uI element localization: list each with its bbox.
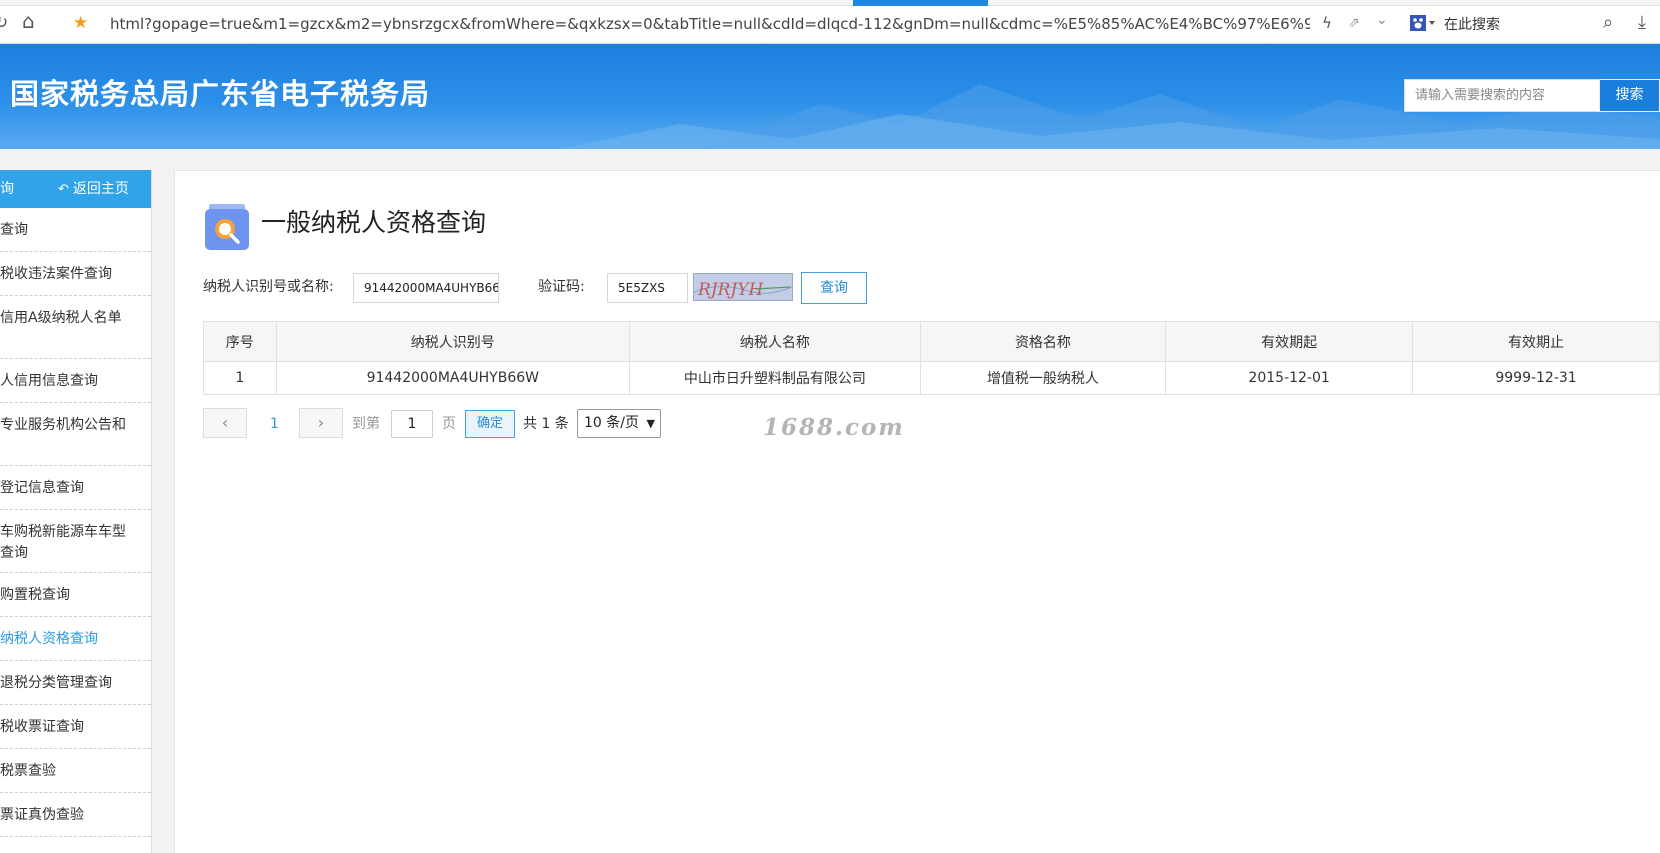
lightning-icon[interactable]: ϟ — [1322, 14, 1332, 32]
sidebar-item-label: 查询 — [0, 222, 28, 238]
sidebar-item-label: 车购税新能源车车型 — [0, 524, 126, 540]
prev-page-button[interactable]: ‹ — [203, 408, 247, 438]
total-count: 共 1 条 — [523, 416, 569, 432]
header-search-button[interactable]: 搜索 — [1599, 79, 1660, 112]
taxpayer-id-input[interactable]: 91442000MA4UHYB66W — [353, 273, 499, 303]
refresh-icon[interactable]: ↻ — [0, 14, 8, 32]
sidebar-item-tax-receipt-query[interactable]: 税收票证查询 — [0, 705, 151, 749]
cell-taxpayer-id: 91442000MA4UHYB66W — [275, 361, 630, 395]
sidebar-item-label-line2: 查询 — [0, 545, 28, 561]
sidebar-item-label: 专业服务机构公告和 — [0, 417, 126, 433]
taxpayer-id-label: 纳税人识别号或名称: — [203, 279, 334, 295]
column-header-qualification: 资格名称 — [919, 321, 1167, 362]
sidebar-item-label: 登记信息查询 — [0, 480, 84, 496]
sidebar-item-registration-info[interactable]: 登记信息查询 — [0, 466, 151, 510]
goto-page-input[interactable]: 1 — [391, 410, 433, 438]
share-icon[interactable]: ⇗ — [1348, 14, 1360, 32]
download-icon[interactable]: ⤓ — [1638, 14, 1646, 32]
cell-valid-from: 2015-12-01 — [1165, 361, 1414, 395]
chevron-right-icon: › — [317, 413, 325, 432]
captcha-label: 验证码: — [538, 279, 585, 295]
sidebar-item-tax-violation-cases[interactable]: 税收违法案件查询 — [0, 252, 151, 296]
active-tab-indicator[interactable] — [853, 0, 988, 6]
sidebar-item-label: 税票查验 — [0, 763, 56, 779]
goto-suffix-label: 页 — [442, 416, 456, 432]
cell-taxpayer-name: 中山市日升塑料制品有限公司 — [628, 361, 921, 395]
sidebar-item-tax-invoice-check[interactable]: 税票查验 — [0, 749, 151, 793]
sidebar-item-label: 人信用信息查询 — [0, 373, 98, 389]
sidebar-header: 询 ↶ 返回主页 — [0, 170, 151, 208]
next-page-button[interactable]: › — [299, 408, 343, 438]
search-icon[interactable]: ⌕ — [1603, 14, 1613, 32]
column-header-taxpayer-id: 纳税人识别号 — [275, 321, 630, 362]
return-home-link[interactable]: ↶ 返回主页 — [58, 180, 129, 199]
watermark: 1688.com — [763, 414, 905, 441]
cell-valid-to: 9999-12-31 — [1412, 361, 1660, 395]
browser-search-box[interactable]: 在此搜索 — [1444, 16, 1500, 34]
table-header-row: 序号 纳税人识别号 纳税人名称 资格名称 有效期起 有效期止 — [203, 321, 1660, 362]
captcha-image[interactable]: RJRJYH — [693, 273, 793, 301]
sidebar-item-label: 税收票证查询 — [0, 719, 84, 735]
sidebar: 询 ↶ 返回主页 查询 税收违法案件查询 信用A级纳税人名单 人信用信息查询 专业… — [0, 170, 152, 853]
column-header-valid-from: 有效期起 — [1165, 321, 1414, 362]
cell-qualification: 增值税一般纳税人 — [919, 361, 1167, 395]
sidebar-item-query[interactable]: 查询 — [0, 208, 151, 252]
sidebar-item-label: 票证真伪查验 — [0, 807, 84, 823]
column-header-taxpayer-name: 纳税人名称 — [628, 321, 921, 362]
goto-prefix-label: 到第 — [352, 416, 380, 432]
chevron-left-icon: ‹ — [221, 413, 229, 432]
column-header-index: 序号 — [203, 321, 277, 362]
browser-toolbar: ↻ ⌂ ★ html?gopage=true&m1=gzcx&m2=ybnsrz… — [0, 0, 1660, 44]
sidebar-item-taxpayer-qualification[interactable]: 纳税人资格查询 — [0, 617, 151, 661]
paw-search-engine-icon[interactable] — [1410, 15, 1436, 35]
site-header: 国家税务总局广东省电子税务局 搜索 — [0, 44, 1660, 149]
sidebar-item-credit-info[interactable]: 人信用信息查询 — [0, 359, 151, 403]
cell-index: 1 — [203, 361, 277, 395]
sidebar-item-label: 纳税人资格查询 — [0, 631, 98, 647]
star-icon[interactable]: ★ — [73, 14, 88, 32]
page-title: 一般纳税人资格查询 — [261, 208, 487, 237]
page-size-value: 10 条/页 — [584, 415, 639, 431]
table-row[interactable]: 1 91442000MA4UHYB66W 中山市日升塑料制品有限公司 增值税一般… — [203, 361, 1660, 395]
sidebar-item-label: 购置税查询 — [0, 587, 70, 603]
main-panel: 一般纳税人资格查询 纳税人识别号或名称: 91442000MA4UHYB66W … — [174, 170, 1660, 853]
sidebar-item-refund-classification[interactable]: 退税分类管理查询 — [0, 661, 151, 705]
sidebar-item-label: 信用A级纳税人名单 — [0, 310, 122, 326]
sidebar-item-purchase-tax[interactable]: 购置税查询 — [0, 573, 151, 617]
sidebar-item-new-energy-vehicle-models[interactable]: 车购税新能源车车型 查询 — [0, 510, 151, 573]
column-header-valid-to: 有效期止 — [1412, 321, 1660, 362]
sidebar-item-label: 税收违法案件查询 — [0, 266, 112, 282]
query-button[interactable]: 查询 — [801, 272, 867, 304]
return-arrow-icon: ↶ — [58, 182, 69, 197]
captcha-input[interactable]: 5E5ZXS — [607, 273, 688, 303]
sidebar-item-receipt-authenticity[interactable]: 票证真伪查验 — [0, 793, 151, 837]
search-document-icon — [205, 204, 249, 250]
page-number-current[interactable]: 1 — [270, 415, 279, 433]
chevron-down-icon[interactable]: ⌄ — [1376, 11, 1388, 29]
tab-strip — [0, 0, 1660, 6]
sidebar-menu: 查询 税收违法案件查询 信用A级纳税人名单 人信用信息查询 专业服务机构公告和 … — [0, 208, 151, 837]
return-home-label: 返回主页 — [72, 181, 129, 197]
sidebar-item-professional-service-agencies[interactable]: 专业服务机构公告和 — [0, 403, 151, 466]
header-search-input[interactable] — [1404, 79, 1599, 112]
site-title: 国家税务总局广东省电子税务局 — [10, 77, 431, 111]
home-icon[interactable]: ⌂ — [22, 11, 35, 31]
sidebar-title: 询 — [0, 181, 14, 197]
goto-confirm-button[interactable]: 确定 — [465, 410, 515, 438]
captcha-text: RJRJYH — [697, 280, 764, 300]
results-table: 序号 纳税人识别号 纳税人名称 资格名称 有效期起 有效期止 1 9144200… — [203, 321, 1660, 395]
address-bar-url[interactable]: html?gopage=true&m1=gzcx&m2=ybnsrzgcx&fr… — [110, 15, 1310, 33]
sidebar-item-a-credit-taxpayers[interactable]: 信用A级纳税人名单 — [0, 296, 151, 359]
sidebar-item-label: 退税分类管理查询 — [0, 675, 112, 691]
chevron-down-icon: ▼ — [646, 417, 655, 430]
page-size-select[interactable]: 10 条/页 ▼ — [577, 409, 661, 438]
